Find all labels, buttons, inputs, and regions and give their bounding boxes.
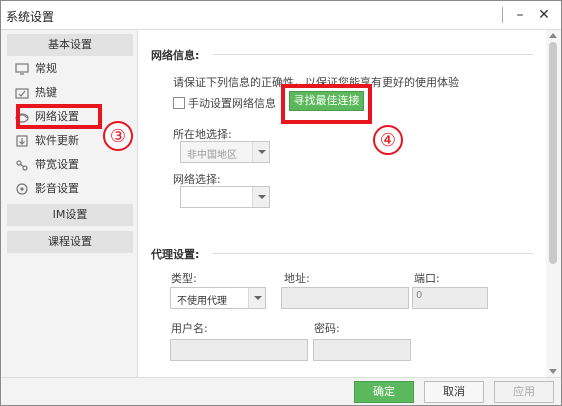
manual-network-checkbox[interactable]	[173, 97, 185, 109]
apply-button[interactable]: 应用	[494, 381, 554, 403]
network-info-title: 网络信息:	[151, 49, 200, 62]
sidebar-section-course[interactable]: 课程设置	[7, 231, 133, 253]
minimize-button[interactable]: –	[508, 4, 532, 26]
close-icon: ✕	[538, 7, 550, 23]
annotation-marker-3: ③	[103, 121, 133, 151]
proxy-port-field[interactable]: 0	[412, 287, 488, 309]
scroll-down-icon[interactable]	[549, 369, 557, 374]
proxy-port-label: 端口:	[414, 272, 440, 285]
vertical-scrollbar[interactable]	[546, 30, 561, 377]
sidebar-item-label: 影音设置	[35, 182, 79, 195]
highlight-network-item	[16, 104, 102, 129]
settings-window: 系统设置 – ✕ 基本设置 常规 热键 网络设置 软件更新 带宽设置 影音设置 …	[0, 0, 562, 406]
sidebar-section-basic[interactable]: 基本设置	[7, 34, 133, 56]
sidebar-item-label: 带宽设置	[35, 158, 79, 171]
network-select-label: 网络选择:	[173, 173, 221, 186]
region-label: 所在地选择:	[173, 128, 232, 141]
network-select[interactable]	[180, 186, 270, 208]
media-icon	[15, 182, 29, 196]
divider	[213, 54, 533, 55]
highlight-find-best-button	[281, 84, 372, 124]
scroll-up-icon[interactable]	[549, 33, 557, 38]
update-icon	[15, 134, 29, 148]
sidebar-item-label: 常规	[35, 62, 57, 75]
chevron-down-icon	[252, 142, 269, 162]
scrollbar-thumb[interactable]	[549, 42, 557, 264]
dialog-footer: 确定 取消 应用	[1, 377, 561, 405]
proxy-username-label: 用户名:	[171, 322, 208, 335]
proxy-port-value: 0	[416, 290, 423, 301]
divider	[213, 253, 533, 254]
titlebar-separator	[502, 7, 503, 23]
settings-content: 网络信息: 请保证下列信息的正确性，以保证您能享有更好的使用体验 手动设置网络信…	[138, 30, 546, 377]
chevron-down-icon	[248, 288, 265, 308]
sidebar-section-im[interactable]: IM设置	[7, 204, 133, 226]
chevron-down-icon	[252, 187, 269, 207]
proxy-type-select[interactable]: 不使用代理	[170, 287, 266, 309]
cancel-button[interactable]: 取消	[424, 381, 484, 403]
ok-button[interactable]: 确定	[354, 381, 414, 403]
proxy-type-label: 类型:	[171, 272, 197, 285]
proxy-password-field[interactable]	[313, 339, 411, 361]
sidebar: 基本设置 常规 热键 网络设置 软件更新 带宽设置 影音设置 IM设置 课程设置	[1, 30, 138, 377]
window-title: 系统设置	[6, 10, 55, 24]
proxy-username-field[interactable]	[170, 339, 308, 361]
annotation-marker-4: ④	[373, 125, 403, 155]
keyboard-icon	[15, 86, 29, 100]
close-button[interactable]: ✕	[532, 4, 556, 26]
proxy-password-label: 密码:	[314, 322, 340, 335]
title-bar: 系统设置 – ✕	[1, 1, 561, 30]
sidebar-item-label: 热键	[35, 86, 57, 99]
minimize-icon: –	[516, 7, 524, 23]
proxy-settings-title: 代理设置:	[151, 248, 200, 261]
manual-network-label[interactable]: 手动设置网络信息	[188, 95, 276, 111]
bandwidth-icon	[15, 158, 29, 172]
sidebar-item-label: 软件更新	[35, 134, 79, 147]
region-select[interactable]: 非中国地区	[180, 141, 270, 163]
proxy-address-label: 地址:	[284, 272, 310, 285]
proxy-type-value: 不使用代理	[177, 296, 227, 307]
region-select-value: 非中国地区	[187, 150, 237, 161]
proxy-address-field[interactable]	[281, 287, 409, 309]
monitor-icon	[15, 62, 29, 76]
